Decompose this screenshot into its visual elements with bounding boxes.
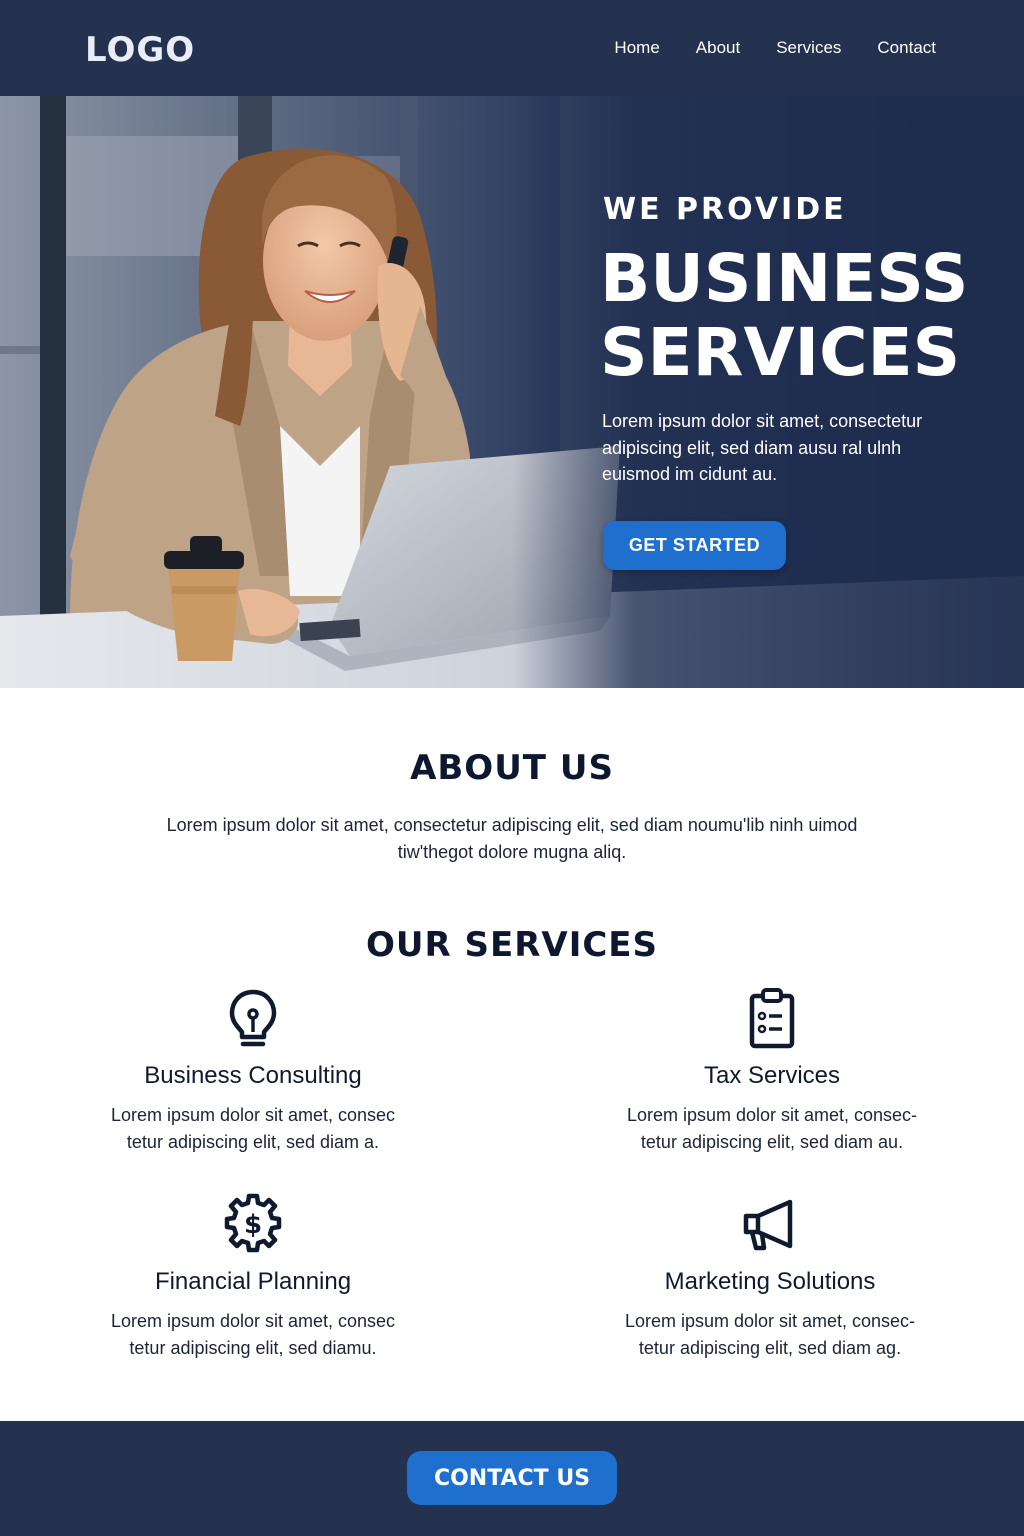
service-description: Lorem ipsum dolor sit amet, consec tetur… bbox=[110, 1105, 396, 1152]
service-description: Lorem ipsum dolor sit amet, consec- tetu… bbox=[626, 1105, 918, 1152]
hero-title: BUSINESS SERVICES bbox=[600, 242, 968, 390]
clipboard-icon bbox=[749, 988, 795, 1049]
service-card-business-consulting[interactable]: Business Consulting Lorem ipsum dolor si… bbox=[43, 986, 463, 1156]
navbar: LOGO Home About Services Contact bbox=[0, 0, 1024, 96]
service-description: Lorem ipsum dolor sit amet, consec- tetu… bbox=[624, 1311, 916, 1358]
nav-link-about[interactable]: About bbox=[696, 38, 740, 58]
about-text: Lorem ipsum dolor sit amet, consectetur … bbox=[166, 815, 858, 862]
contact-us-button[interactable]: CONTACT US bbox=[407, 1451, 617, 1505]
nav-link-contact[interactable]: Contact bbox=[877, 38, 936, 58]
gear-dollar-icon: $ bbox=[224, 1193, 282, 1253]
hero-description: Lorem ipsum dolor sit amet, consectetur … bbox=[602, 411, 923, 484]
lightbulb-icon bbox=[229, 989, 277, 1047]
hero-section: WE PROVIDE BUSINESS SERVICES Lorem ipsum… bbox=[0, 96, 1024, 688]
hero-kicker: WE PROVIDE bbox=[603, 192, 847, 227]
service-title: Business Consulting bbox=[144, 1062, 362, 1089]
svg-text:$: $ bbox=[244, 1210, 262, 1240]
nav-link-services[interactable]: Services bbox=[776, 38, 841, 58]
services-heading: OUR SERVICES bbox=[365, 925, 659, 965]
about-heading: ABOUT US bbox=[410, 748, 614, 788]
nav-links: Home About Services Contact bbox=[614, 38, 936, 58]
logo[interactable]: LOGO bbox=[85, 30, 195, 70]
service-title: Tax Services bbox=[703, 1062, 841, 1089]
hero-title-line1: BUSINESS bbox=[600, 240, 969, 317]
nav-link-home[interactable]: Home bbox=[614, 38, 659, 58]
hero-title-line2: SERVICES bbox=[600, 314, 961, 391]
megaphone-icon bbox=[743, 1199, 793, 1251]
footer: CONTACT US bbox=[0, 1421, 1024, 1536]
service-card-marketing-solutions[interactable]: Marketing Solutions Lorem ipsum dolor si… bbox=[560, 1192, 980, 1362]
service-card-financial-planning[interactable]: $ Financial Planning Lorem ipsum dolor s… bbox=[43, 1192, 463, 1362]
get-started-button[interactable]: GET STARTED bbox=[603, 521, 786, 570]
service-description: Lorem ipsum dolor sit amet, consec tetur… bbox=[110, 1311, 396, 1358]
service-card-tax-services[interactable]: Tax Services Lorem ipsum dolor sit amet,… bbox=[562, 986, 982, 1156]
service-title: Financial Planning bbox=[154, 1268, 352, 1295]
service-title: Marketing Solutions bbox=[664, 1268, 876, 1295]
hero-overlay bbox=[0, 96, 1024, 688]
